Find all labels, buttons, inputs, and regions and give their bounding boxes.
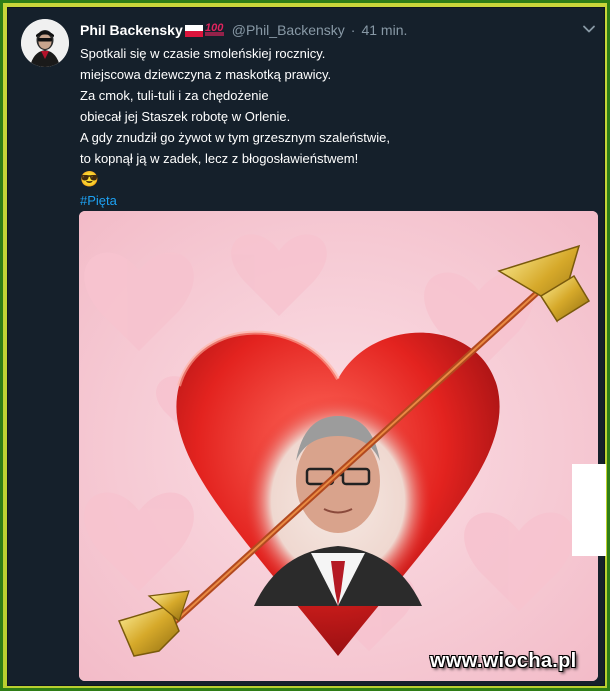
author-avatar[interactable] xyxy=(21,19,69,67)
sunglasses-emoji-icon: 😎 xyxy=(80,171,99,188)
site-watermark: www.wiocha.pl xyxy=(430,650,577,672)
avatar-portrait xyxy=(21,19,69,67)
tweet-line: to kopnął ją w zadek, lecz z błogosławie… xyxy=(80,151,359,166)
author-handle[interactable]: @Phil_Backensky xyxy=(232,22,345,38)
tweet-header: Phil Backensky 100 @Phil_Backensky · 41 … xyxy=(80,19,594,41)
hundred-points-icon: 100 xyxy=(204,20,226,41)
tweet-media-image[interactable] xyxy=(79,211,598,681)
tweet-line: Za cmok, tuli-tuli i za chędożenie xyxy=(80,88,269,103)
tweet-line: obiecał jej Staszek robotę w Orlenie. xyxy=(80,109,291,124)
svg-text:100: 100 xyxy=(205,22,224,34)
author-name[interactable]: Phil Backensky xyxy=(80,22,183,38)
poland-flag-icon xyxy=(184,24,203,37)
tweet-line: A gdy znudził go żywot w tym grzesznym s… xyxy=(80,130,390,145)
tweet-line: Spotkali się w czasie smoleńskiej roczni… xyxy=(80,46,326,61)
tweet-line: miejscowa dziewczyna z maskotką prawicy. xyxy=(80,67,332,82)
heart-arrow-image xyxy=(79,211,598,681)
tweet-body: Spotkali się w czasie smoleńskiej roczni… xyxy=(80,43,584,211)
separator-dot: · xyxy=(350,22,356,38)
chevron-down-icon[interactable] xyxy=(582,22,596,36)
tweet-timestamp[interactable]: 41 min. xyxy=(361,22,407,38)
tweet-card: Phil Backensky 100 @Phil_Backensky · 41 … xyxy=(7,7,605,686)
side-white-panel xyxy=(572,464,606,556)
hashtag-link[interactable]: #Pięta xyxy=(80,190,584,211)
